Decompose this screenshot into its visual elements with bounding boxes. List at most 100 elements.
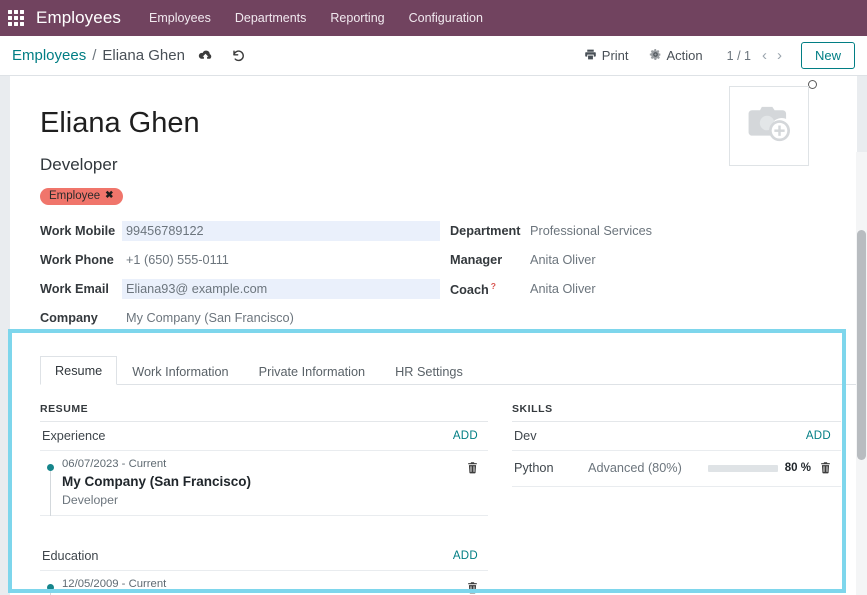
- printer-icon: [584, 48, 597, 64]
- resume-group-spacer: [40, 516, 488, 542]
- field-department: Department Professional Services: [450, 217, 760, 246]
- timeline-dot-icon: [47, 463, 54, 471]
- tab-hr-settings[interactable]: HR Settings: [380, 357, 478, 385]
- field-label: Work Email: [40, 282, 109, 297]
- skills-section-title: SKILLS: [512, 403, 841, 422]
- resume-pane: RESUME Experience ADD 06/07/2023 - Curre…: [40, 403, 510, 595]
- app-brand-title[interactable]: Employees: [36, 8, 121, 28]
- breadcrumb-current: Eliana Ghen: [102, 47, 185, 64]
- resume-group-education: Education ADD: [40, 542, 488, 571]
- field-label: Work Mobile: [40, 224, 116, 239]
- help-tooltip-icon[interactable]: ?: [491, 281, 496, 291]
- field-label: Company: [40, 311, 98, 326]
- field-coach: Coach? Anita Oliver: [450, 275, 760, 304]
- department-input[interactable]: Professional Services: [526, 221, 760, 241]
- form-sheet: Eliana Ghen Developer Employee ✖ Work Mo…: [10, 76, 857, 595]
- resume-group-experience: Experience ADD: [40, 422, 488, 451]
- pager-value[interactable]: 1 / 1: [727, 49, 755, 63]
- pager: 1 / 1 ‹ ›: [727, 48, 785, 63]
- field-group-left: Work Mobile 99456789122 Work Phone +1 (6…: [40, 217, 440, 333]
- breadcrumb-separator: /: [92, 47, 97, 64]
- field-group-right: Department Professional Services Manager…: [440, 217, 760, 333]
- scrollbar-thumb[interactable]: [857, 230, 866, 460]
- record-actions: [198, 48, 246, 63]
- vertical-scrollbar[interactable]: [856, 152, 867, 595]
- coach-label-text: Coach: [450, 283, 489, 298]
- table-row[interactable]: Python Advanced (80%) 80 %: [512, 451, 841, 487]
- skill-name: Python: [514, 461, 554, 476]
- tab-resume[interactable]: Resume: [40, 355, 118, 385]
- skill-progress-track: [708, 464, 778, 472]
- control-panel-right: Print Action 1 / 1 ‹ › New: [574, 42, 855, 69]
- print-label: Print: [601, 48, 629, 63]
- trash-icon[interactable]: [466, 461, 482, 479]
- group-label: Dev: [514, 428, 537, 443]
- camera-add-icon: [744, 103, 794, 150]
- skills-pane: SKILLS Dev ADD Python Advanced (80%) 80 …: [510, 403, 841, 595]
- field-work-phone: Work Phone +1 (650) 555-0111: [40, 246, 440, 275]
- avatar-resize-handle[interactable]: [808, 80, 817, 89]
- print-button[interactable]: Print: [574, 44, 639, 68]
- manager-input[interactable]: Anita Oliver: [526, 250, 760, 270]
- grid-apps-icon[interactable]: [8, 10, 24, 26]
- company-input[interactable]: My Company (San Francisco): [122, 308, 440, 328]
- work-mobile-input[interactable]: 99456789122: [122, 221, 440, 242]
- close-x-icon[interactable]: ✖: [105, 190, 113, 201]
- nav-menu-configuration[interactable]: Configuration: [409, 11, 483, 25]
- skills-group-dev: Dev ADD: [512, 422, 841, 451]
- skill-percent-label: 80 %: [784, 462, 811, 475]
- cloud-upload-icon[interactable]: [198, 48, 213, 63]
- new-button[interactable]: New: [800, 42, 855, 69]
- field-label: Department: [450, 224, 521, 239]
- group-label: Education: [42, 548, 99, 563]
- gear-icon: [649, 48, 662, 64]
- nav-menu-employees[interactable]: Employees: [149, 11, 211, 25]
- tab-list: Resume Work Information Private Informat…: [40, 355, 857, 385]
- field-work-email: Work Email Eliana93@ example.com: [40, 275, 440, 304]
- tab-work-information[interactable]: Work Information: [117, 357, 243, 385]
- add-skill-link[interactable]: ADD: [802, 430, 835, 442]
- field-label: Manager: [450, 253, 503, 268]
- breadcrumb-root-link[interactable]: Employees: [12, 47, 86, 64]
- chevron-right-icon[interactable]: ›: [774, 48, 785, 63]
- form-sheet-area: Eliana Ghen Developer Employee ✖ Work Mo…: [0, 76, 867, 595]
- resume-line-description: Developer: [62, 492, 119, 507]
- timeline-line: [50, 590, 51, 595]
- work-phone-input[interactable]: +1 (650) 555-0111: [122, 250, 440, 270]
- nav-menu-departments[interactable]: Departments: [235, 11, 307, 25]
- top-navbar: Employees Employees Departments Reportin…: [0, 0, 867, 36]
- nav-menu-reporting[interactable]: Reporting: [330, 11, 384, 25]
- action-button[interactable]: Action: [639, 44, 713, 68]
- trash-icon[interactable]: [466, 581, 482, 595]
- skill-progress: 80 %: [708, 462, 819, 474]
- resume-line-date: 06/07/2023 - Current: [62, 457, 167, 470]
- trash-icon[interactable]: [819, 461, 835, 479]
- timeline-line: [50, 470, 51, 516]
- control-panel: Employees / Eliana Ghen Print Action 1 /…: [0, 36, 867, 76]
- field-manager: Manager Anita Oliver: [450, 246, 760, 275]
- field-label: Work Phone: [40, 253, 114, 268]
- list-item-content: 06/07/2023 - Current My Company (San Fra…: [62, 458, 466, 507]
- add-education-link[interactable]: ADD: [449, 550, 482, 562]
- coach-input[interactable]: Anita Oliver: [526, 279, 760, 299]
- chevron-left-icon[interactable]: ‹: [759, 48, 770, 63]
- breadcrumb: Employees / Eliana Ghen: [12, 47, 185, 64]
- undo-icon[interactable]: [231, 48, 246, 63]
- list-item-content: 12/05/2009 - Current Post Graduate: [62, 578, 466, 595]
- tab-panel-resume: RESUME Experience ADD 06/07/2023 - Curre…: [40, 385, 857, 595]
- field-groups: Work Mobile 99456789122 Work Phone +1 (6…: [40, 217, 857, 333]
- avatar[interactable]: [729, 86, 809, 166]
- field-label: Coach?: [450, 281, 526, 297]
- work-email-input[interactable]: Eliana93@ example.com: [122, 279, 440, 300]
- action-label: Action: [666, 48, 703, 63]
- add-experience-link[interactable]: ADD: [449, 430, 482, 442]
- group-label: Experience: [42, 428, 106, 443]
- timeline-dot-icon: [47, 583, 54, 591]
- list-item[interactable]: 06/07/2023 - Current My Company (San Fra…: [40, 451, 488, 516]
- list-item[interactable]: 12/05/2009 - Current Post Graduate: [40, 571, 488, 595]
- resume-line-title[interactable]: My Company (San Francisco): [62, 474, 466, 489]
- tab-private-information[interactable]: Private Information: [244, 357, 380, 385]
- skill-level: Advanced (80%): [588, 461, 682, 476]
- status-badge[interactable]: Employee ✖: [40, 187, 123, 205]
- resume-line-date: 12/05/2009 - Current: [62, 577, 167, 590]
